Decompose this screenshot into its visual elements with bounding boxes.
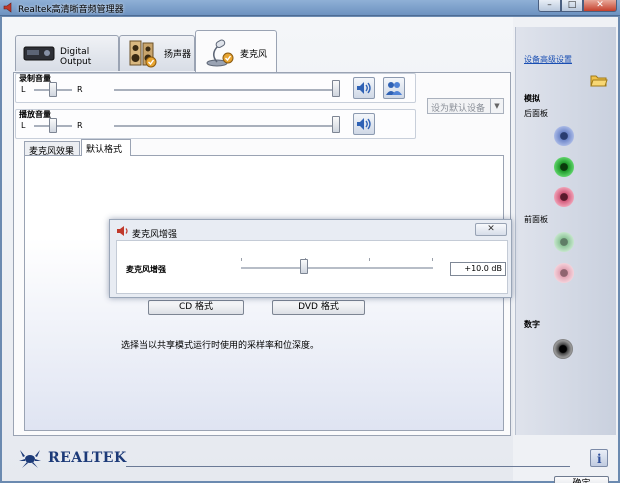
tab-digital-output-label: Digital Output [60,47,92,67]
recording-advanced-button[interactable] [383,77,405,99]
speaker-volume-icon [357,118,371,130]
recording-volume-group: 录制音量 L R [15,73,416,103]
right-pane [515,27,616,435]
window-title: Realtek高清晰音频管理器 [18,5,124,15]
popup-close-button[interactable]: ✕ [475,223,507,236]
recording-balance-slider[interactable] [49,82,57,97]
digital-output-icon [23,46,55,61]
playback-volume-slider[interactable] [332,116,340,133]
playback-volume-group: 播放音量 L R [15,109,416,139]
front-panel-label: 前面板 [524,215,548,224]
tab-microphone-effects[interactable]: 麦克风效果 [24,141,80,157]
chevron-down-icon: ▼ [490,99,503,113]
balance-right-label: R [77,121,83,130]
back-panel-label: 后面板 [524,109,548,118]
advanced-settings-link[interactable]: 设备高级设置 [524,54,572,65]
speaker-volume-icon [357,82,371,94]
title-bar: Realtek高清晰音频管理器 – □ ✕ [0,0,620,16]
boost-value-field: +10.0 dB [450,262,506,276]
microphone-icon [206,39,234,67]
balance-right-label: R [77,85,83,94]
brand-text: REALTEK [48,450,127,466]
playback-mute-button[interactable] [353,113,375,135]
tab-speakers-label: 扬声器 [164,50,192,60]
dvd-format-button[interactable]: DVD 格式 [272,300,365,315]
realtek-speaker-icon [3,2,12,13]
boost-slider[interactable] [300,259,309,274]
maximize-button[interactable]: □ [561,0,583,12]
set-default-device-label: 设为默认设备 [431,104,486,114]
tab-digital-output[interactable]: Digital Output [15,35,119,71]
users-icon [386,82,402,95]
playback-volume-label: 播放音量 [19,110,51,119]
realtek-crab-icon [19,450,41,468]
recording-volume-track [114,89,336,91]
front-jack-pink[interactable] [554,263,574,283]
main-window: Digital Output 扬声器 麦克风 录制音量 L R 播放音量 L R… [2,17,618,483]
tab-default-format[interactable]: 默认格式 [81,139,131,156]
playback-volume-track [114,125,336,127]
slider-tick [241,258,242,261]
microphone-boost-popup: 麦克风增强 ✕ 麦克风增强 +10.0 dB [109,219,512,298]
slider-tick [369,258,370,261]
digital-jack[interactable] [553,339,573,359]
svg-text:i: i [597,452,602,466]
cd-format-button[interactable]: CD 格式 [148,300,244,315]
back-jack-blue[interactable] [554,126,574,146]
back-jack-pink[interactable] [554,187,574,207]
recording-volume-slider[interactable] [332,80,340,97]
ok-button[interactable]: 确定 [554,476,609,483]
popup-body: 麦克风增强 +10.0 dB [116,240,508,294]
balance-left-label: L [21,85,26,94]
info-icon: i [597,452,602,466]
boost-slider-label: 麦克风增强 [126,265,166,274]
popup-title: 麦克风增强 [132,230,178,240]
recording-mute-button[interactable] [353,77,375,99]
front-jack-green[interactable] [554,232,574,252]
digital-heading: 数字 [524,320,540,329]
balance-left-label: L [21,121,26,130]
speaker-icon [117,226,128,236]
recording-volume-label: 录制音量 [19,74,51,83]
info-button[interactable]: i [590,449,608,467]
minimize-button[interactable]: – [538,0,561,12]
tab-microphone-label: 麦克风 [240,50,268,60]
back-jack-green[interactable] [554,157,574,177]
tab-microphone[interactable]: 麦克风 [195,30,277,72]
slider-tick [432,258,433,261]
playback-balance-slider[interactable] [49,118,57,133]
folder-icon[interactable] [590,72,608,88]
close-button[interactable]: ✕ [583,0,617,12]
speaker-icon [129,40,157,68]
analog-heading: 模拟 [524,94,540,103]
boost-slider-track [241,267,433,269]
footer-divider [126,466,570,467]
set-default-device-dropdown[interactable]: 设为默认设备 ▼ [427,98,504,114]
format-info-text: 选择当以共享模式运行时使用的采样率和位深度。 [121,341,320,351]
tab-speakers[interactable]: 扬声器 [119,35,195,71]
